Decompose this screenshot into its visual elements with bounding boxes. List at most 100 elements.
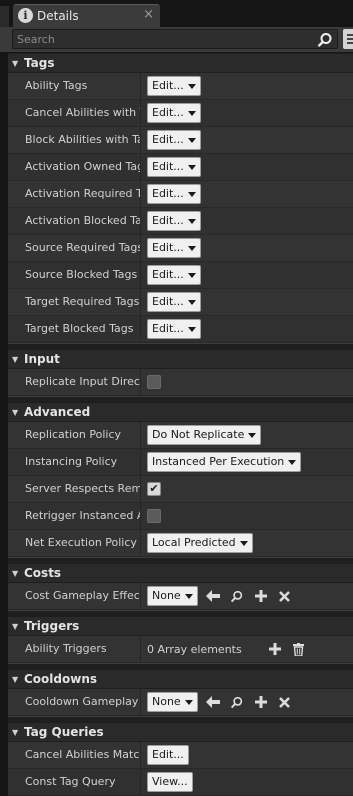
property-label: Source Required Tags (25, 241, 140, 254)
property-label: Target Blocked Tags (25, 322, 134, 335)
property-row-tag: Source Blocked Tags Edit... (8, 262, 353, 289)
edit-tags-dropdown[interactable]: Edit... (147, 292, 201, 312)
caret-down-icon (184, 593, 193, 599)
column-divider (140, 742, 141, 768)
arrow-left-icon[interactable] (204, 587, 222, 605)
close-icon[interactable] (276, 693, 294, 711)
browse-search-icon[interactable] (228, 587, 246, 605)
column-divider (140, 100, 141, 126)
edit-tags-dropdown[interactable]: Edit... (147, 211, 201, 231)
replication-policy-dropdown[interactable]: Do Not Replicate (147, 425, 262, 445)
column-divider (140, 583, 141, 609)
property-label: Replication Policy (25, 428, 122, 441)
column-divider (140, 235, 141, 261)
edit-tags-dropdown[interactable]: Edit... (147, 238, 201, 258)
edit-tags-dropdown[interactable]: Edit... (147, 184, 201, 204)
collapse-arrow-icon: ▼ (12, 675, 19, 684)
section-header-tag-queries[interactable]: ▼ Tag Queries (8, 722, 353, 742)
property-row-tag: Activation Required Tags Edit... (8, 181, 353, 208)
tab-bar: i Details × (0, 0, 353, 27)
info-icon: i (18, 8, 33, 23)
section-header-input[interactable]: ▼ Input (8, 349, 353, 369)
property-row-cancel-tag-query: Cancel Abilities Matching Tag Query Edit… (8, 742, 353, 769)
property-label: Cancel Abilities with Tag (25, 106, 140, 119)
caret-down-icon (187, 326, 196, 332)
property-label: Source Blocked Tags (25, 268, 138, 281)
button-label: Edit... (152, 79, 184, 92)
button-label: Edit... (152, 322, 184, 335)
dropdown-value: Instanced Per Execution (152, 455, 285, 468)
edit-tags-dropdown[interactable]: Edit... (147, 265, 201, 285)
section-header-advanced[interactable]: ▼ Advanced (8, 402, 353, 422)
collapse-arrow-icon: ▼ (12, 355, 19, 364)
caret-down-icon (184, 699, 193, 705)
property-row-tag: Activation Owned Tags Edit... (8, 154, 353, 181)
button-label: Edit... (152, 106, 184, 119)
column-divider (140, 449, 141, 475)
view-options-button[interactable] (343, 29, 353, 49)
edit-tags-dropdown[interactable]: Edit... (147, 319, 201, 339)
edit-tags-dropdown[interactable]: Edit... (147, 76, 201, 96)
replicate-input-checkbox[interactable] (147, 375, 161, 389)
dropdown-value: None (152, 695, 181, 708)
section-title: Cooldowns (24, 672, 98, 686)
edit-tags-dropdown[interactable]: Edit... (147, 130, 201, 150)
browse-search-icon[interactable] (228, 693, 246, 711)
view-button[interactable]: View... (147, 772, 193, 792)
property-label: Const Tag Query (25, 775, 116, 788)
section-header-triggers[interactable]: ▼ Triggers (8, 616, 353, 636)
tab-title: Details (37, 9, 79, 23)
column-divider (140, 127, 141, 153)
caret-down-icon (187, 137, 196, 143)
property-row-const-tag-query: Const Tag Query View... (8, 769, 353, 796)
plus-icon[interactable] (252, 693, 270, 711)
instancing-policy-dropdown[interactable]: Instanced Per Execution (147, 452, 302, 472)
button-label: Edit... (152, 268, 184, 281)
button-label: Edit... (152, 241, 184, 254)
close-icon[interactable] (276, 587, 294, 605)
plus-icon[interactable] (266, 640, 284, 658)
search-input[interactable] (17, 31, 307, 48)
dropdown-value: Local Predicted (152, 536, 236, 549)
section-title: Tags (24, 56, 55, 70)
caret-down-icon (187, 218, 196, 224)
net-execution-dropdown[interactable]: Local Predicted (147, 533, 253, 553)
property-row-tag: Block Abilities with Tag Edit... (8, 127, 353, 154)
property-label: Cooldown Gameplay Effect Class (25, 695, 140, 708)
edit-tags-dropdown[interactable]: Edit... (147, 157, 201, 177)
column-divider (140, 262, 141, 288)
cost-effect-dropdown[interactable]: None (147, 586, 198, 606)
tab-details[interactable]: i Details × (13, 4, 160, 27)
plus-icon[interactable] (252, 587, 270, 605)
search-row (0, 27, 353, 52)
property-label: Net Execution Policy (25, 536, 137, 549)
close-icon[interactable]: × (143, 7, 154, 22)
section-title: Advanced (24, 405, 91, 419)
edit-button[interactable]: Edit... (147, 745, 189, 765)
trash-icon[interactable] (290, 640, 308, 658)
column-divider (140, 422, 141, 448)
column-divider (140, 503, 141, 529)
column-divider (140, 289, 141, 315)
server-respects-checkbox[interactable]: ✔ (147, 482, 161, 496)
section-header-cooldowns[interactable]: ▼ Cooldowns (8, 669, 353, 689)
section-header-tags[interactable]: ▼ Tags (8, 53, 353, 73)
button-label: Edit... (152, 295, 184, 308)
caret-down-icon (187, 245, 196, 251)
property-label: Activation Required Tags (25, 187, 140, 200)
array-count: 0 Array elements (147, 642, 242, 656)
retrigger-checkbox[interactable] (147, 509, 161, 523)
caret-down-icon (187, 272, 196, 278)
section-header-costs[interactable]: ▼ Costs (8, 563, 353, 583)
collapse-arrow-icon: ▼ (12, 408, 19, 417)
caret-down-icon (187, 110, 196, 116)
cooldown-effect-dropdown[interactable]: None (147, 692, 198, 712)
edit-tags-dropdown[interactable]: Edit... (147, 103, 201, 123)
arrow-left-icon[interactable] (204, 693, 222, 711)
column-divider (140, 369, 141, 395)
property-row-server-respects: Server Respects Remote Ability Cancellat… (8, 476, 353, 503)
column-divider (140, 636, 141, 662)
tags-rows: Ability Tags Edit... Cancel Abilities with… (8, 73, 353, 343)
search-icon[interactable] (317, 32, 333, 48)
property-label: Retrigger Instanced Ability (25, 509, 140, 522)
